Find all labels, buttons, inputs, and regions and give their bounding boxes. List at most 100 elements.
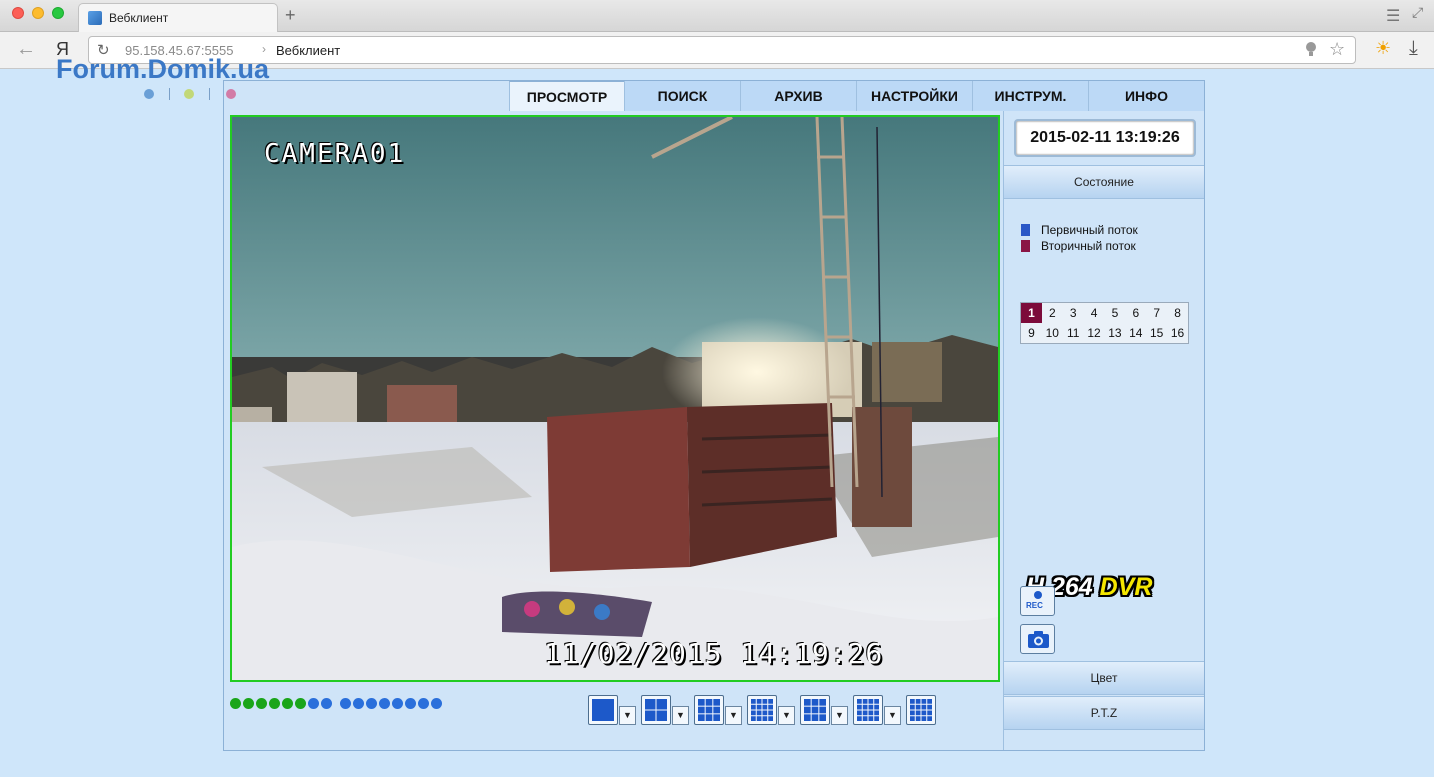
- layout-grid-cell: [868, 716, 874, 721]
- channel-button[interactable]: 5: [1105, 303, 1126, 323]
- menu-icon[interactable]: ☰: [1386, 6, 1400, 26]
- tab-info[interactable]: ИНФО: [1088, 81, 1204, 111]
- layout-grid-cell: [927, 704, 932, 710]
- tab-archive[interactable]: АРХИВ: [740, 81, 856, 111]
- layout-grid-cell: [762, 716, 768, 721]
- channel-button[interactable]: 4: [1084, 303, 1105, 323]
- channel-button[interactable]: 10: [1042, 323, 1063, 343]
- channel-button[interactable]: 3: [1063, 303, 1084, 323]
- tab-view[interactable]: ПРОСМОТР: [509, 81, 624, 111]
- channel-status-dot: [366, 698, 377, 709]
- channel-status-dot: [405, 698, 416, 709]
- layout-grid-icon: [592, 699, 614, 721]
- layout-4-dropdown[interactable]: ▼: [672, 706, 689, 725]
- watermark-dot: [226, 89, 236, 99]
- channel-status-dot: [379, 698, 390, 709]
- lightbulb-icon[interactable]: [1304, 41, 1318, 57]
- channel-button[interactable]: 2: [1042, 303, 1063, 323]
- browser-tab[interactable]: Вебклиент: [78, 3, 278, 32]
- layout-1-dropdown[interactable]: ▼: [619, 706, 636, 725]
- record-button[interactable]: REC: [1020, 586, 1055, 616]
- secondary-stream-swatch: [1021, 240, 1030, 252]
- watermark-text: Forum.Domik.ua: [56, 54, 270, 84]
- bookmark-star-icon[interactable]: ☆: [1329, 39, 1345, 60]
- layout-1-button[interactable]: [588, 695, 618, 725]
- channel-button[interactable]: 13: [1105, 323, 1126, 343]
- legend-secondary-label: Вторичный поток: [1041, 239, 1136, 253]
- layout-grid-cell: [921, 704, 927, 710]
- layout-grid-cell: [804, 714, 811, 721]
- channel-status-dot: [256, 698, 267, 709]
- layout-grid-cell: [857, 704, 862, 710]
- channel-button[interactable]: 9: [1021, 323, 1042, 343]
- layout-6-button[interactable]: [694, 695, 724, 725]
- back-arrow-icon[interactable]: ←: [16, 38, 36, 61]
- layout-grid-cell: [751, 716, 756, 721]
- layout-grid-cell: [927, 716, 932, 721]
- layout-grid-cell: [874, 699, 879, 704]
- layout-grid-cell: [927, 699, 932, 704]
- layout-16-dropdown[interactable]: ▼: [884, 706, 901, 725]
- layout-4-button[interactable]: [641, 695, 671, 725]
- channel-button[interactable]: 14: [1125, 323, 1146, 343]
- layout-grid-cell: [862, 710, 868, 716]
- channel-grid: 1 2 3 4 5 6 7 8 9 10 11 12 13 14 15 16: [1020, 302, 1189, 344]
- minimize-window-button[interactable]: [32, 7, 44, 19]
- watermark-dot: [184, 89, 194, 99]
- snapshot-button[interactable]: [1020, 624, 1055, 654]
- layout-grid-cell: [811, 706, 819, 714]
- download-icon[interactable]: ⤓: [1409, 37, 1418, 60]
- camera-video-view[interactable]: CAMERA01 11/02/2015 14:19:26: [230, 115, 1000, 682]
- layout-grid-cell: [921, 699, 927, 704]
- tab-search[interactable]: ПОИСК: [624, 81, 740, 111]
- layout-grid-cell: [874, 710, 879, 716]
- layout-grid-cell: [910, 699, 915, 704]
- layout-9-button[interactable]: [800, 695, 830, 725]
- channel-button[interactable]: 16: [1167, 323, 1188, 343]
- legend-primary-label: Первичный поток: [1041, 223, 1138, 237]
- channel-button[interactable]: 15: [1146, 323, 1167, 343]
- channel-button[interactable]: 8: [1167, 303, 1188, 323]
- ptz-section-header[interactable]: P.T.Z: [1004, 696, 1204, 730]
- layout-grid-cell: [751, 710, 756, 716]
- layout-grid-cell: [874, 716, 879, 721]
- fullscreen-icon[interactable]: ⤢: [1412, 4, 1423, 21]
- layout-grid-cell: [656, 710, 667, 721]
- layout-grid-cell: [645, 699, 656, 710]
- layout-full-button[interactable]: [906, 695, 936, 725]
- tab-settings[interactable]: НАСТРОЙКИ: [856, 81, 972, 111]
- layout-9-dropdown[interactable]: ▼: [831, 706, 848, 725]
- channel-status-dot: [282, 698, 293, 709]
- camera-image: [232, 117, 998, 680]
- channel-status-dot: [353, 698, 364, 709]
- channel-button[interactable]: 12: [1084, 323, 1105, 343]
- weather-sun-icon[interactable]: ☀: [1375, 38, 1391, 59]
- layout-grid-cell: [868, 704, 874, 710]
- layout-grid-cell: [768, 699, 773, 704]
- layout-grid-cell: [862, 704, 868, 710]
- channel-button[interactable]: 7: [1146, 303, 1167, 323]
- channel-button[interactable]: 6: [1125, 303, 1146, 323]
- layout-16-button[interactable]: [853, 695, 883, 725]
- channel-button[interactable]: 1: [1021, 303, 1042, 323]
- state-section-header[interactable]: Состояние: [1004, 165, 1204, 199]
- color-section-header[interactable]: Цвет: [1004, 661, 1204, 695]
- layout-6-dropdown[interactable]: ▼: [725, 706, 742, 725]
- channel-button[interactable]: 11: [1063, 323, 1084, 343]
- zoom-window-button[interactable]: [52, 7, 64, 19]
- layout-grid-cell: [811, 699, 819, 706]
- layout-grid-cell: [868, 710, 874, 716]
- channel-status-dot: [392, 698, 403, 709]
- new-tab-button[interactable]: +: [285, 5, 296, 26]
- layout-8-dropdown[interactable]: ▼: [778, 706, 795, 725]
- watermark-divider: [209, 88, 210, 100]
- layout-grid-cell: [915, 710, 921, 716]
- address-bar[interactable]: ↻ 95.158.45.67:5555 › Вебклиент ☆: [88, 36, 1356, 64]
- layout-grid-icon: [645, 699, 667, 721]
- layout-8-button[interactable]: [747, 695, 777, 725]
- close-window-button[interactable]: [12, 7, 24, 19]
- tab-tools[interactable]: ИНСТРУМ.: [972, 81, 1088, 111]
- layout-grid-cell: [751, 704, 756, 710]
- layout-grid-cell: [910, 704, 915, 710]
- camera-timestamp-overlay: 11/02/2015 14:19:26: [544, 637, 884, 670]
